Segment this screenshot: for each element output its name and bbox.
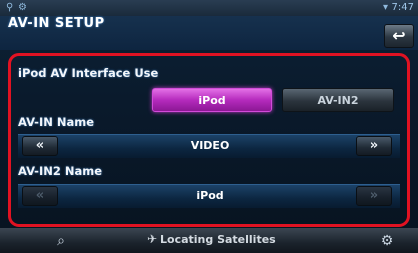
back-arrow-icon: ↩ [392, 26, 406, 45]
av-in2-name-next-button[interactable]: » [356, 186, 392, 206]
ipod-av-interface-label: iPod AV Interface Use [18, 66, 159, 80]
settings-button[interactable]: ⚙ [368, 230, 406, 252]
ipod-option-button[interactable]: iPod [152, 88, 272, 112]
back-button[interactable]: ↩ [384, 24, 414, 48]
satellite-icon: ✈ [147, 232, 158, 246]
antenna-icon: ⚲ [6, 2, 14, 13]
av-in-name-prev-button[interactable]: « [22, 136, 58, 156]
search-vehicle-icon: ⌕ [57, 233, 65, 249]
gear-icon: ⚙ [380, 233, 394, 249]
signal-icon: ▾ [382, 2, 388, 13]
av-in2-name-value: iPod [196, 189, 224, 202]
status-clock: 7:47 [391, 2, 414, 13]
av-in2-name-prev-button[interactable]: « [22, 186, 58, 206]
av-in2-option-button[interactable]: AV-IN2 [282, 88, 394, 112]
settings-small-icon: ⚙ [18, 2, 27, 13]
page-title: AV-IN SETUP [8, 16, 105, 31]
av-in2-name-label: AV-IN2 Name [18, 164, 103, 178]
av-in-name-next-button[interactable]: » [356, 136, 392, 156]
navigation-status: Locating Satellites [160, 233, 276, 246]
search-vehicle-button[interactable]: ⌕ [42, 230, 80, 252]
av-in-name-label: AV-IN Name [18, 115, 95, 129]
av-in-setup-screen: ⚲ ⚙ ▾ 7:47 AV-IN SETUP ↩ iPod AV Interfa… [0, 0, 418, 253]
status-bar: ⚲ ⚙ ▾ 7:47 [0, 0, 418, 16]
av-in-name-value: VIDEO [190, 139, 230, 152]
